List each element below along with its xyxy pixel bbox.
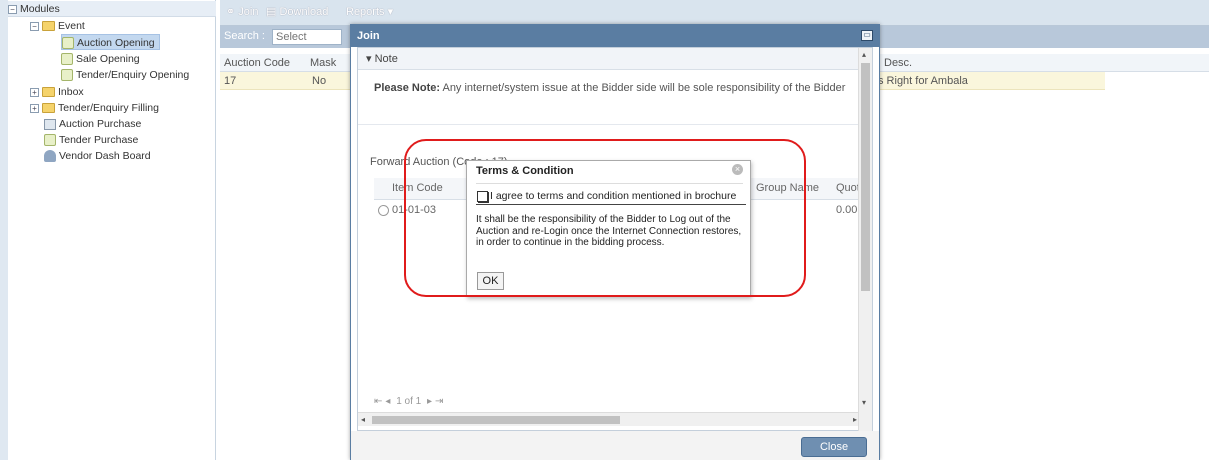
scroll-left-icon[interactable]: ◂ bbox=[361, 415, 365, 424]
cell-item-code: 01-01-03 bbox=[392, 204, 437, 216]
scroll-right-icon[interactable]: ▸ bbox=[853, 415, 857, 424]
dialog-title[interactable]: Join bbox=[351, 25, 879, 47]
cell-quot: 0.00 bbox=[836, 204, 858, 216]
horizontal-scroll-thumb[interactable] bbox=[372, 416, 620, 424]
row-radio[interactable] bbox=[378, 205, 389, 216]
next-page-icon[interactable]: ▸ bbox=[427, 396, 432, 407]
terms-title: Terms & Condition bbox=[476, 165, 574, 177]
search-label: Search : bbox=[224, 30, 265, 42]
join-label: Join bbox=[238, 6, 259, 18]
note-header-label: Note bbox=[374, 53, 398, 65]
tree-node-event[interactable]: − Event bbox=[30, 18, 85, 34]
first-page-icon[interactable]: ⇤ bbox=[374, 396, 382, 407]
horizontal-scrollbar[interactable]: ◂ ▸ bbox=[358, 412, 860, 426]
tree-label: Vendor Dash Board bbox=[59, 150, 151, 162]
left-panel-scrollbar[interactable] bbox=[0, 0, 8, 460]
tree-node-tender-opening[interactable]: Tender/Enquiry Opening bbox=[61, 67, 189, 83]
folder-icon bbox=[42, 103, 55, 114]
tree-node-inbox[interactable]: + Inbox bbox=[30, 84, 84, 100]
tree-node-auction-purchase[interactable]: Auction Purchase bbox=[44, 116, 141, 132]
tree-node-sale-opening[interactable]: Sale Opening bbox=[61, 51, 140, 67]
join-button[interactable]: ⚭ Join bbox=[226, 5, 258, 18]
collapse-icon[interactable]: − bbox=[8, 4, 17, 14]
cell-mask: No bbox=[312, 75, 327, 87]
column-header-desc[interactable]: Desc. bbox=[884, 57, 912, 69]
ok-button[interactable]: OK bbox=[477, 272, 504, 290]
note-message: Any internet/system issue at the Bidder … bbox=[440, 82, 846, 94]
note-bold: Please Note: bbox=[374, 82, 441, 94]
divider bbox=[358, 124, 860, 125]
note-text: Please Note: Any internet/system issue a… bbox=[374, 82, 845, 94]
document-icon bbox=[62, 37, 74, 50]
note-header[interactable]: ▾ Note bbox=[358, 48, 860, 70]
tree-label: Modules bbox=[20, 3, 60, 15]
toolbar: ⚭ Join ▤ Download Reports ▾ bbox=[220, 0, 1209, 26]
folder-icon bbox=[42, 21, 55, 32]
search-select[interactable] bbox=[272, 29, 342, 45]
tree-label: Event bbox=[58, 20, 85, 32]
tree-node-modules[interactable]: − Modules bbox=[8, 1, 216, 17]
reports-menu[interactable]: Reports ▾ bbox=[346, 5, 393, 18]
agree-checkbox[interactable] bbox=[477, 191, 488, 202]
scroll-up-icon[interactable]: ▴ bbox=[862, 50, 866, 59]
column-header-item-code[interactable]: Item Code bbox=[392, 182, 443, 194]
tree-label: Inbox bbox=[58, 86, 84, 98]
tree-node-auction-opening[interactable]: Auction Opening bbox=[61, 34, 160, 50]
column-header-group-name[interactable]: Group Name bbox=[756, 182, 819, 194]
terms-popup: Terms & Condition × I agree to terms and… bbox=[466, 160, 751, 297]
maximize-icon[interactable]: ▭ bbox=[861, 30, 873, 41]
agree-row[interactable]: I agree to terms and condition mentioned… bbox=[476, 189, 746, 205]
terms-text: It shall be the responsibility of the Bi… bbox=[476, 214, 742, 248]
user-icon bbox=[44, 150, 56, 163]
list-icon bbox=[44, 118, 56, 130]
download-label: Download bbox=[279, 6, 329, 18]
tree-label: Sale Opening bbox=[76, 53, 140, 65]
column-header-auction-code[interactable]: Auction Code bbox=[224, 57, 290, 69]
vertical-scroll-thumb[interactable] bbox=[861, 63, 870, 291]
module-tree: − Modules − Event Auction Opening Sale Ope… bbox=[8, 0, 216, 460]
tree-node-vendor-dash[interactable]: Vendor Dash Board bbox=[44, 148, 151, 164]
vertical-scrollbar[interactable]: ▴ ▾ bbox=[858, 48, 872, 432]
column-header-mask[interactable]: Mask bbox=[310, 57, 336, 69]
close-icon[interactable]: × bbox=[732, 164, 743, 175]
tree-label: Tender/Enquiry Filling bbox=[58, 102, 159, 114]
tree-node-tender-purchase[interactable]: Tender Purchase bbox=[44, 132, 138, 148]
divider bbox=[476, 183, 743, 184]
document-icon bbox=[61, 69, 73, 82]
expand-icon[interactable]: + bbox=[30, 87, 39, 97]
cell-auction-code: 17 bbox=[224, 75, 237, 87]
tree-node-tender-filling[interactable]: + Tender/Enquiry Filling bbox=[30, 100, 159, 116]
collapse-icon[interactable]: − bbox=[30, 21, 39, 31]
document-icon bbox=[61, 53, 73, 66]
scroll-down-icon[interactable]: ▾ bbox=[862, 398, 866, 407]
tree-label: Auction Opening bbox=[77, 37, 155, 49]
agree-label[interactable]: I agree to terms and condition mentioned… bbox=[490, 190, 736, 202]
prev-page-icon[interactable]: ◂ bbox=[385, 396, 390, 407]
pager: ⇤ ◂ 1 of 1 ▸ ⇥ bbox=[374, 394, 862, 410]
document-icon bbox=[44, 134, 56, 147]
download-button[interactable]: ▤ Download bbox=[266, 5, 328, 18]
cell-desc: s Right for Ambala bbox=[878, 75, 968, 87]
tree-label: Auction Purchase bbox=[59, 118, 142, 130]
page-indicator: 1 of 1 bbox=[396, 396, 422, 407]
folder-icon bbox=[42, 87, 55, 98]
column-header-quot[interactable]: Quot bbox=[836, 182, 860, 194]
close-button[interactable]: Close bbox=[801, 437, 867, 457]
expand-icon[interactable]: + bbox=[30, 103, 39, 113]
last-page-icon[interactable]: ⇥ bbox=[435, 396, 443, 407]
reports-label: Reports bbox=[346, 6, 385, 18]
tree-label: Tender/Enquiry Opening bbox=[76, 69, 190, 81]
dialog-footer: Close bbox=[351, 431, 879, 460]
tree-label: Tender Purchase bbox=[59, 134, 139, 146]
